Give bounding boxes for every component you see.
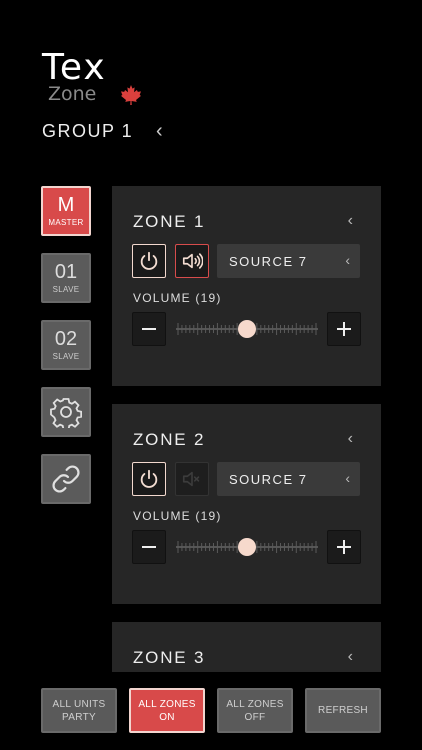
settings-button[interactable] xyxy=(41,387,91,437)
power-button[interactable] xyxy=(132,462,166,496)
volume-label: VOLUME (19) xyxy=(133,509,222,523)
plus-icon xyxy=(337,322,351,336)
chevron-left-icon: ‹ xyxy=(345,252,350,268)
speaker-icon xyxy=(182,471,200,487)
volume-down-button[interactable] xyxy=(132,530,166,564)
zone-chevron-left-icon[interactable]: ‹ xyxy=(348,648,353,666)
volume-slider[interactable] xyxy=(176,537,318,557)
logo-text-secondary: Zone xyxy=(48,83,97,105)
zone-title: ZONE 2 xyxy=(133,430,206,449)
volume-up-button[interactable] xyxy=(327,530,361,564)
volume-slider[interactable] xyxy=(176,319,318,339)
link-button[interactable] xyxy=(41,454,91,504)
volume-up-button[interactable] xyxy=(327,312,361,346)
zone-chevron-left-icon[interactable]: ‹ xyxy=(348,212,353,230)
slave-02-button[interactable]: 02 SLAVE xyxy=(41,320,91,370)
power-icon xyxy=(140,251,158,270)
zone-card-2: ZONE 2 ‹ SOURCE 7 ‹ VOLUME (19) xyxy=(112,404,381,604)
slave-01-number: 01 xyxy=(54,261,78,283)
slider-knob[interactable] xyxy=(238,320,256,338)
master-button[interactable]: M MASTER xyxy=(41,186,91,236)
zone-card-3: ZONE 3 ‹ xyxy=(112,622,381,672)
slider-knob[interactable] xyxy=(238,538,256,556)
slave-01-button[interactable]: 01 SLAVE xyxy=(41,253,91,303)
speaker-button[interactable] xyxy=(175,244,209,278)
maple-leaf-icon xyxy=(121,85,141,105)
all-zones-off-button[interactable]: ALL ZONES OFF xyxy=(217,688,293,733)
minus-icon xyxy=(142,546,156,548)
slave-01-label: SLAVE xyxy=(52,285,80,294)
link-icon xyxy=(52,465,80,493)
gear-icon xyxy=(50,398,82,428)
master-button-label: MASTER xyxy=(48,218,84,227)
speaker-icon xyxy=(182,253,203,269)
volume-down-button[interactable] xyxy=(132,312,166,346)
chevron-left-icon: ‹ xyxy=(345,470,350,486)
source-value: SOURCE 7 xyxy=(229,472,308,487)
zone-title: ZONE 1 xyxy=(133,212,206,231)
power-button[interactable] xyxy=(132,244,166,278)
group-title: GROUP 1 xyxy=(42,121,134,141)
plus-icon xyxy=(337,540,351,554)
refresh-button[interactable]: REFRESH xyxy=(305,688,381,733)
zone-card-1: ZONE 1 ‹ SOURCE 7 ‹ VOLUME (19) xyxy=(112,186,381,386)
source-value: SOURCE 7 xyxy=(229,254,308,269)
app-logo: Tex Zone xyxy=(42,50,152,110)
master-button-letter: M xyxy=(57,194,75,216)
all-units-party-button[interactable]: ALL UNITS PARTY xyxy=(41,688,117,733)
source-select[interactable]: SOURCE 7 ‹ xyxy=(217,244,360,278)
logo-text-primary: Tex xyxy=(42,47,107,88)
volume-label: VOLUME (19) xyxy=(133,291,222,305)
power-icon xyxy=(140,469,158,488)
minus-icon xyxy=(142,328,156,330)
slave-02-number: 02 xyxy=(54,328,78,350)
source-select[interactable]: SOURCE 7 ‹ xyxy=(217,462,360,496)
slave-02-label: SLAVE xyxy=(52,352,80,361)
all-zones-on-button[interactable]: ALL ZONES ON xyxy=(129,688,205,733)
speaker-button[interactable] xyxy=(175,462,209,496)
zone-title: ZONE 3 xyxy=(133,648,206,667)
zone-chevron-left-icon[interactable]: ‹ xyxy=(348,430,353,448)
group-chevron-left-icon[interactable]: ‹ xyxy=(156,120,163,143)
